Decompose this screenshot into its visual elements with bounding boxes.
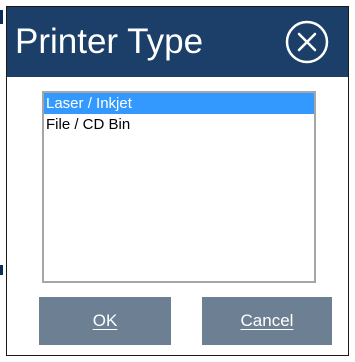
printer-type-list[interactable]: Laser / Inkjet File / CD Bin <box>42 91 316 283</box>
close-button[interactable] <box>284 19 330 65</box>
list-item-laser-inkjet[interactable]: Laser / Inkjet <box>44 93 314 114</box>
list-item-file-cd-bin[interactable]: File / CD Bin <box>44 114 314 135</box>
cancel-button[interactable]: Cancel <box>202 297 332 345</box>
dialog-title: Printer Type <box>15 22 204 61</box>
dialog-titlebar: Printer Type <box>7 7 348 77</box>
printer-type-dialog: Printer Type Laser / Inkjet File / CD Bi… <box>6 6 349 356</box>
window-edge-mark <box>0 10 3 24</box>
ok-button[interactable]: OK <box>39 297 171 345</box>
close-icon <box>285 20 329 64</box>
window-edge-mark <box>0 265 3 275</box>
